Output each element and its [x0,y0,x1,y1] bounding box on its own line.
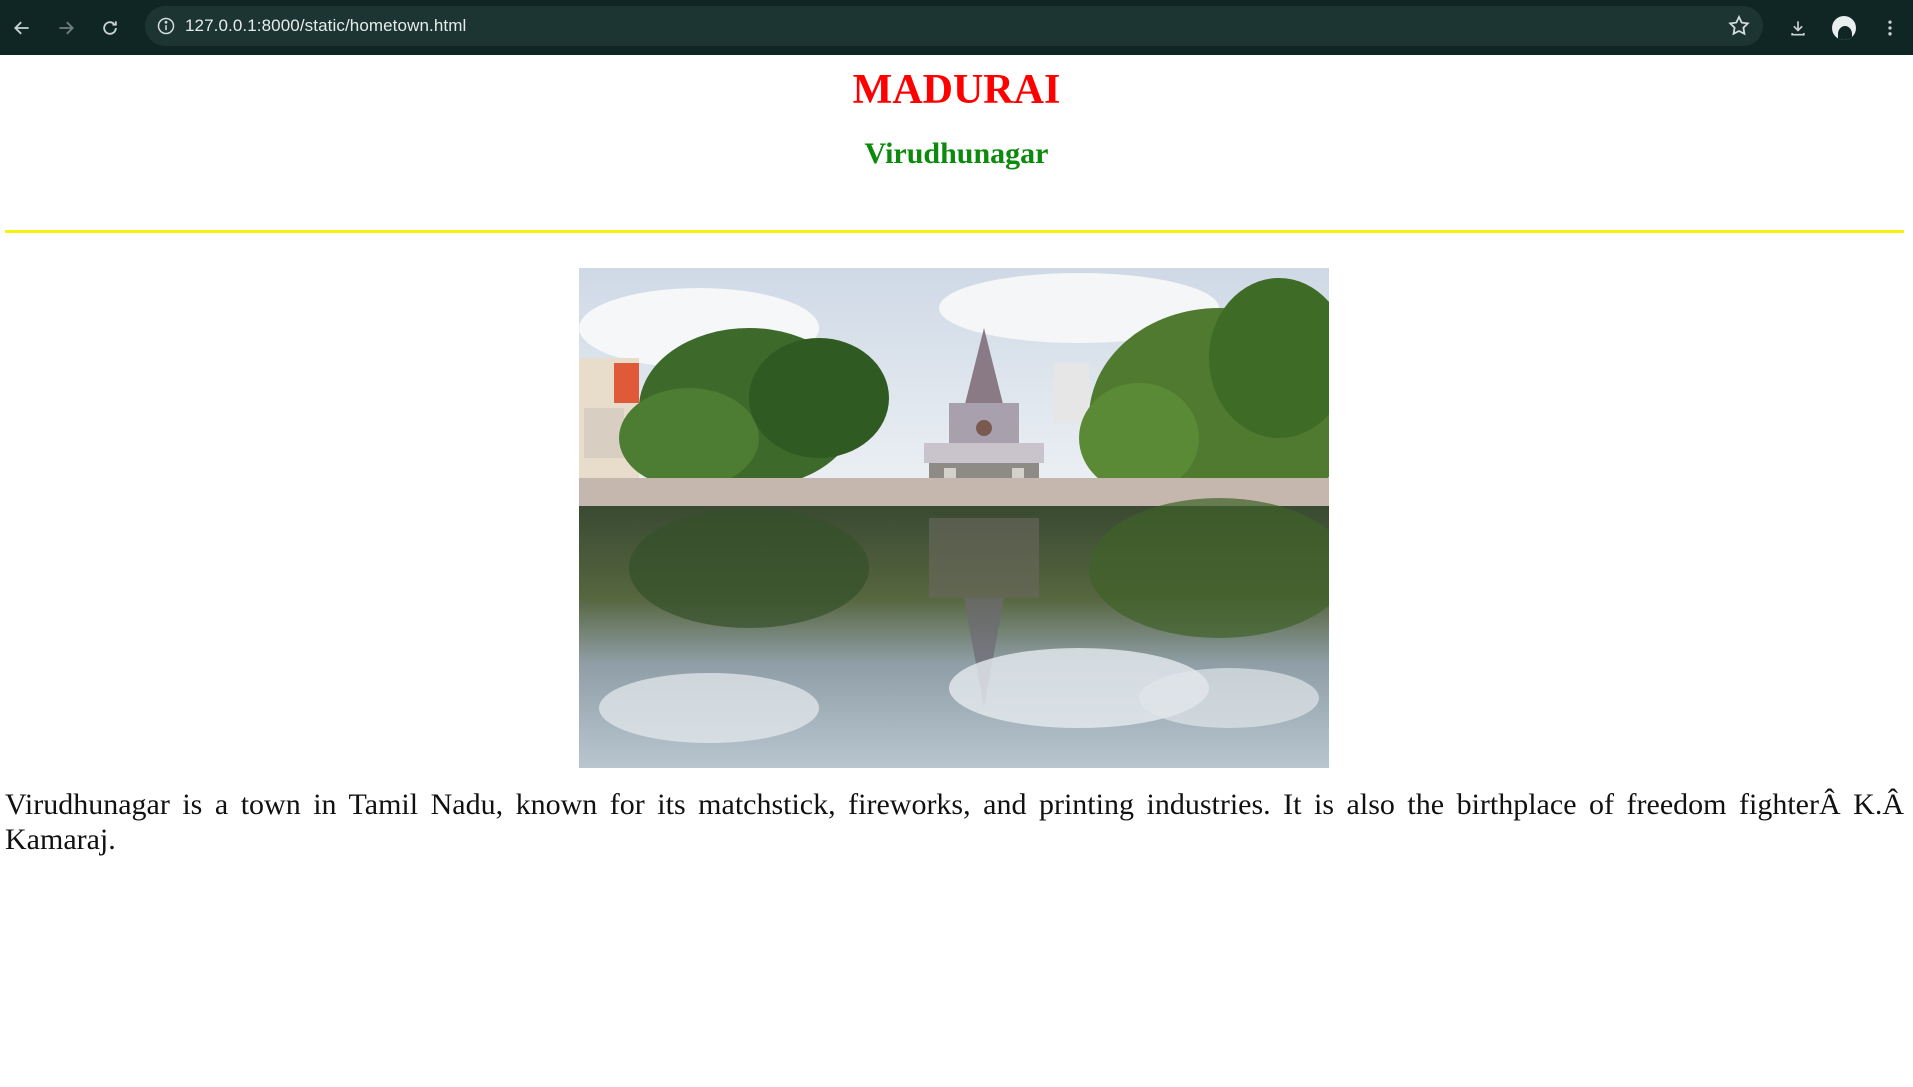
address-url[interactable]: 127.0.0.1:8000/static/hometown.html [185,16,466,36]
profile-button[interactable] [1821,6,1867,50]
temple-pond-image [579,268,1329,768]
menu-kebab-icon [1888,20,1892,35]
forward-arrow-icon [59,21,74,34]
reload-icon [103,20,117,35]
divider-line [5,230,1904,233]
forward-button[interactable] [44,6,88,50]
page-title: MADURAI [852,67,1061,113]
address-bar[interactable]: 127.0.0.1:8000/static/hometown.html [145,6,1763,46]
menu-button[interactable] [1867,6,1913,50]
description-paragraph: Virudhunagar is a town in Tamil Nadu, kn… [5,788,1904,856]
reload-button[interactable] [88,6,132,50]
bookmark-star-icon[interactable] [1727,14,1751,38]
back-arrow-icon [14,21,29,34]
site-info-icon[interactable] [155,15,177,37]
profile-avatar-icon [1832,15,1856,40]
page-subtitle: Virudhunagar [864,137,1049,170]
browser-toolbar: 127.0.0.1:8000/static/hometown.html [0,0,1913,55]
download-button[interactable] [1775,6,1821,50]
back-button[interactable] [0,6,44,50]
toolbar-right-actions [1775,0,1913,55]
download-icon [1791,20,1805,35]
